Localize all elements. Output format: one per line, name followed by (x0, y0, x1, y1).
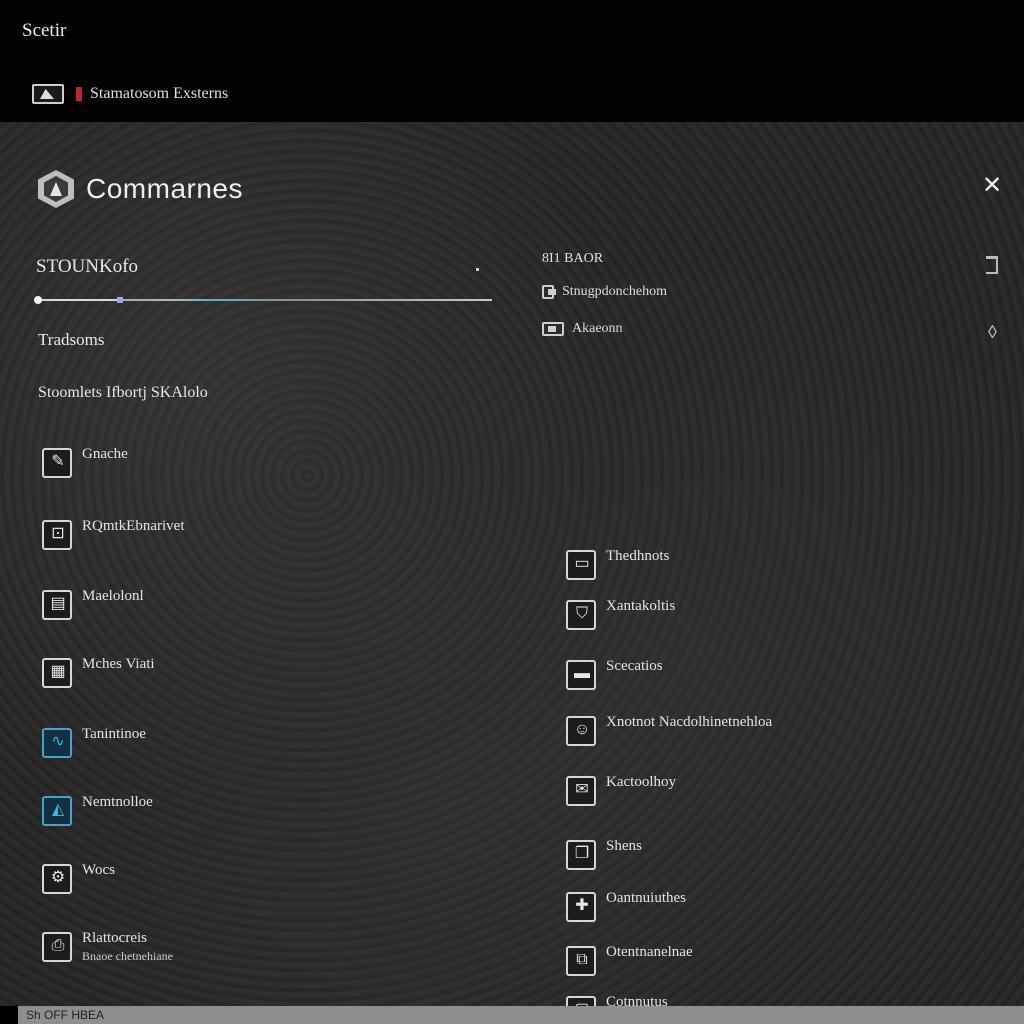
settings-item-label: Otentnanelnae (606, 944, 693, 960)
record-indicator-icon (76, 87, 82, 101)
volume-slider[interactable] (34, 296, 492, 304)
settings-item-label: Xnotnot Nacdolhinetnehloa (606, 714, 773, 730)
wave-icon: ∿ (40, 724, 76, 760)
bracket-icon[interactable] (986, 256, 998, 274)
indicator-dot (476, 268, 479, 271)
right-row-label: Stnugpdonchehom (562, 284, 667, 299)
puzzle-icon: ✚ (564, 888, 600, 924)
settings-item-label: Xantakoltis (606, 598, 676, 614)
window-icon: ▭ (564, 546, 600, 582)
settings-item-label: Nemtnolloe (82, 794, 153, 810)
title-bar: Scetir Stamatosom Exsterns (0, 0, 1024, 122)
settings-item-sublabel: Bnaoe chetnehiane (82, 949, 173, 963)
settings-item[interactable]: ▤ Maelolonl (40, 586, 144, 622)
tab-bar[interactable]: Stamatosom Exsterns (32, 82, 228, 106)
right-header: 8I1 BAOR (542, 251, 604, 266)
gear-icon: ⚙ (40, 860, 76, 896)
settings-item[interactable]: ⚙ Wocs (40, 860, 115, 896)
settings-item-label: RQmtkEbnarivet (82, 518, 185, 534)
right-row[interactable]: Stnugpdonchehom (542, 284, 667, 300)
slider-knob[interactable] (117, 297, 123, 303)
settings-item-label: Maelolonl (82, 588, 144, 604)
settings-item-label: Mches Viati (82, 656, 155, 672)
settings-item[interactable]: ✉ Kactoolhoy (564, 772, 676, 808)
dialog-title: Commarnes (86, 173, 243, 204)
grid-icon: ▦ (40, 654, 76, 690)
lock-icon: ⊡ (40, 516, 76, 552)
chat-icon: ✉ (564, 772, 600, 808)
right-row-label: Akaeonn (572, 321, 623, 336)
settings-item-label: Scecatios (606, 658, 663, 674)
settings-item-label: Shens (606, 838, 642, 854)
settings-item-label: Rlattocreis (82, 930, 147, 946)
tag-icon: ⧉ (564, 942, 600, 978)
settings-item-label: Tanintinoe (82, 726, 146, 742)
settings-item[interactable]: ▭ Thedhnots (564, 546, 669, 582)
settings-item[interactable]: ☺ Xnotnot Nacdolhinetnehloa (564, 712, 772, 748)
settings-item[interactable]: ▬ Scecatios (564, 656, 663, 692)
user-icon: ☺ (564, 712, 600, 748)
right-row[interactable]: Akaeonn (542, 321, 623, 337)
hex-app-icon (38, 170, 74, 208)
settings-item[interactable]: ∿ Tanintinoe (40, 724, 146, 760)
display-icon: ▬ (564, 656, 600, 692)
settings-item[interactable]: ⎙ Rlattocreis Bnaoe chetnehiane (40, 928, 173, 964)
close-icon[interactable]: ✕ (980, 174, 1004, 198)
settings-item[interactable]: ⧉ Otentnanelnae (564, 942, 693, 978)
settings-item-label: Gnache (82, 446, 128, 462)
app-title: Scetir (22, 20, 67, 41)
group-label: Tradsoms (38, 330, 105, 349)
subgroup-label: Stoomlets Ifbortj SKAlolo (38, 384, 208, 401)
small-square-icon (542, 285, 556, 299)
settings-item-label: Oantnuiuthes (606, 890, 686, 906)
settings-item[interactable]: ◭ Nemtnolloe (40, 792, 153, 828)
dialog-header: Commarnes (38, 170, 243, 208)
folder-icon: ❐ (564, 836, 600, 872)
settings-item-label: Kactoolhoy (606, 774, 676, 790)
window-icon (542, 322, 564, 336)
settings-item-label: Thedhnots (606, 548, 670, 564)
settings-item[interactable]: ✚ Oantnuiuthes (564, 888, 686, 924)
status-bar: Sh OFF HBEA (18, 1006, 1024, 1024)
chevron-icon[interactable]: ◊ (988, 322, 997, 343)
image-icon (32, 82, 66, 106)
tab-label[interactable]: Stamatosom Exsterns (90, 85, 228, 103)
settings-item[interactable]: ⊡ RQmtkEbnarivet (40, 516, 184, 552)
settings-item[interactable]: ❐ Shens (564, 836, 642, 872)
pen-icon: ✎ (40, 444, 76, 480)
settings-item[interactable]: ✎ Gnache (40, 444, 128, 480)
section-label: STOUNKofo (36, 256, 139, 277)
settings-item-label: Wocs (82, 862, 115, 878)
document-icon: ▤ (40, 586, 76, 622)
settings-item[interactable]: ⛉ Xantakoltis (564, 596, 675, 632)
settings-item[interactable]: ▦ Mches Viati (40, 654, 155, 690)
status-text: Sh OFF HBEA (26, 1008, 105, 1022)
slider-start-knob[interactable] (34, 296, 42, 304)
settings-panel (0, 122, 1024, 1006)
chart-icon: ◭ (40, 792, 76, 828)
printer-icon: ⎙ (40, 928, 76, 964)
shield-icon: ⛉ (564, 596, 600, 632)
